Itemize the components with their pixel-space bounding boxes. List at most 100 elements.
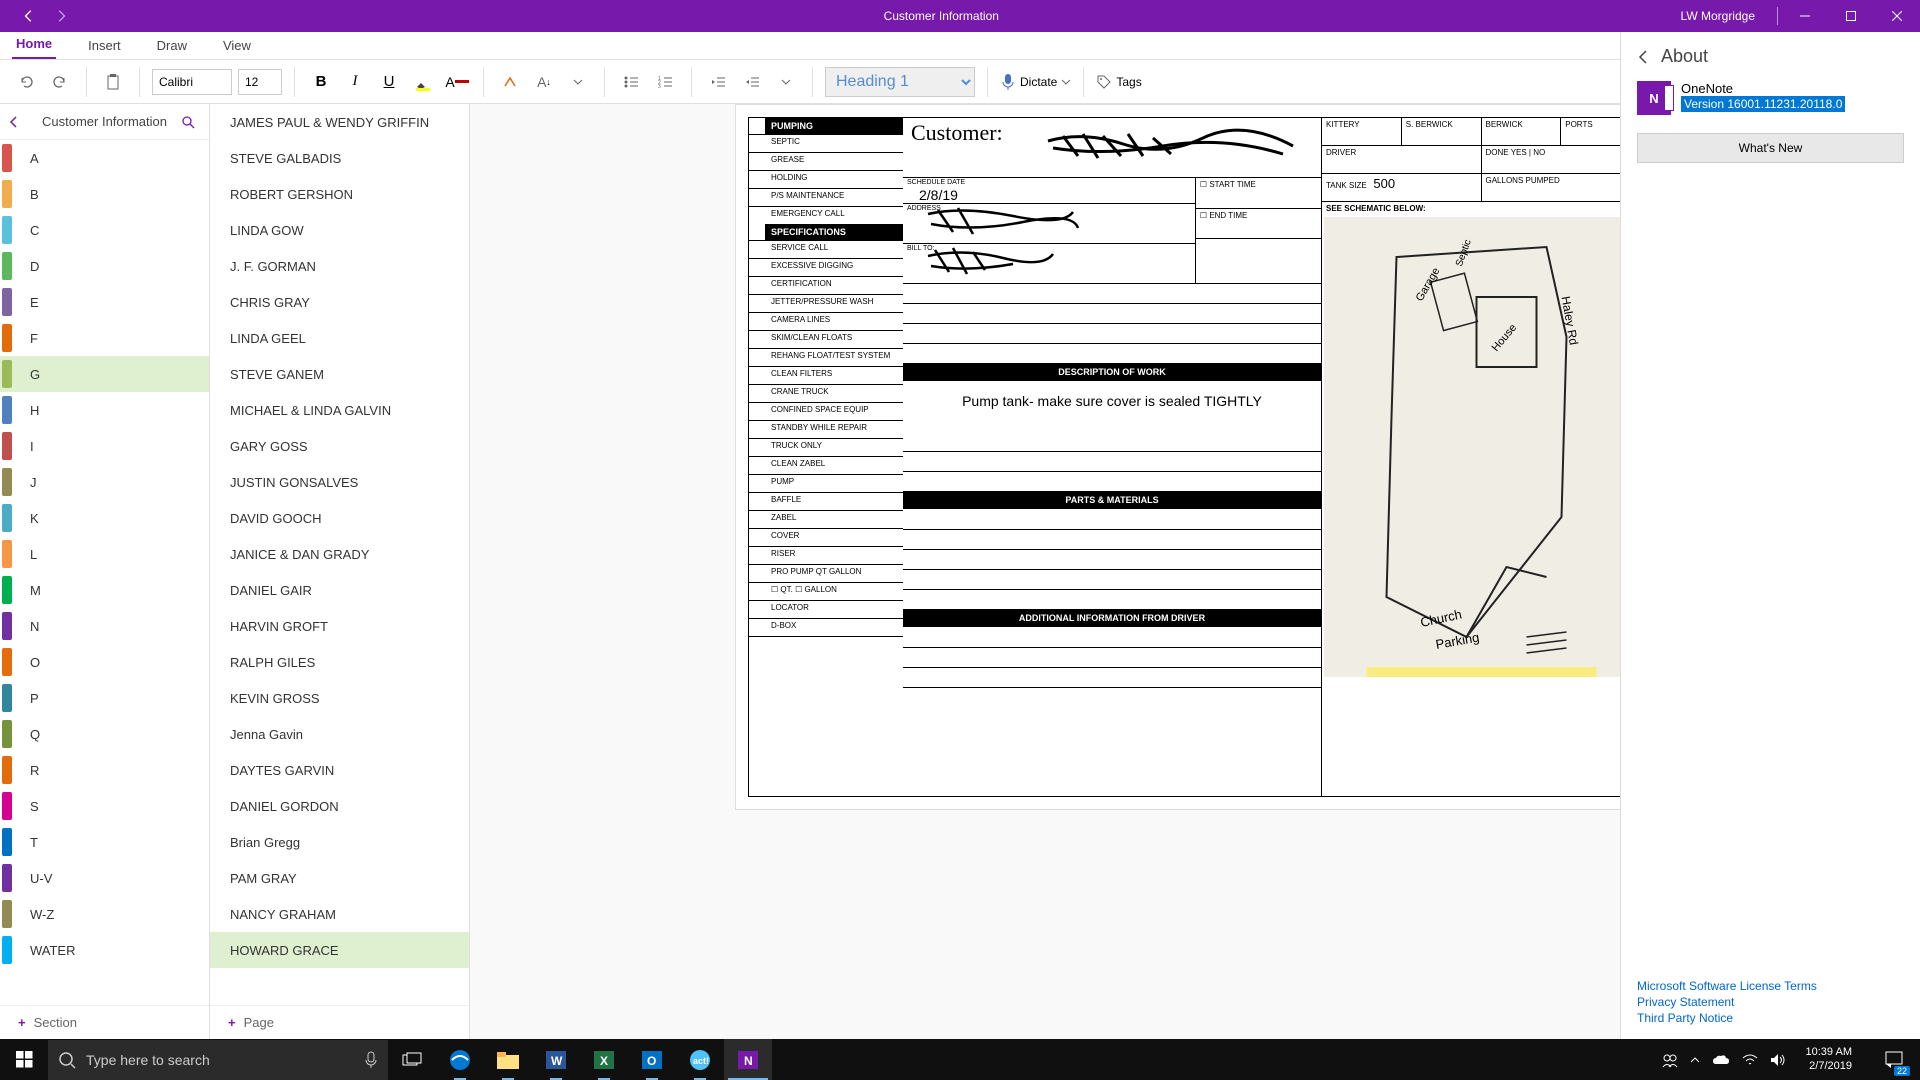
section-item[interactable]: O [0,644,209,680]
page-item[interactable]: DANIEL GAIR [210,572,469,608]
outlook-app[interactable]: O [628,1039,676,1080]
page-item[interactable]: STEVE GALBADIS [210,140,469,176]
page-item[interactable]: DAYTES GARVIN [210,752,469,788]
page-item[interactable]: LINDA GOW [210,212,469,248]
page-item[interactable]: NANCY GRAHAM [210,896,469,932]
search-icon[interactable] [181,115,201,129]
page-item[interactable]: JUSTIN GONSALVES [210,464,469,500]
close-button[interactable] [1874,0,1920,32]
add-section-button[interactable]: +Section [0,1005,209,1039]
page-item[interactable]: J. F. GORMAN [210,248,469,284]
section-item[interactable]: K [0,500,209,536]
bullets-button[interactable] [617,68,645,96]
undo-button[interactable] [12,68,40,96]
section-item[interactable]: Q [0,716,209,752]
section-item[interactable]: W-Z [0,896,209,932]
start-button[interactable] [0,1039,48,1080]
onedrive-icon[interactable] [1712,1054,1730,1066]
page-item[interactable]: JAMES PAUL & WENDY GRIFFIN [210,104,469,140]
font-family-input[interactable] [152,69,232,95]
add-page-button[interactable]: +Page [210,1005,469,1039]
minimize-button[interactable] [1782,0,1828,32]
page-item[interactable]: JANICE & DAN GRADY [210,536,469,572]
tab-view[interactable]: View [219,34,255,59]
page-item[interactable]: STEVE GANEM [210,356,469,392]
section-item[interactable]: B [0,176,209,212]
font-color-button[interactable]: A [443,68,471,96]
section-item[interactable]: J [0,464,209,500]
taskbar-clock[interactable]: 10:39 AM 2/7/2019 [1798,1046,1860,1072]
section-item[interactable]: F [0,320,209,356]
page-item[interactable]: Jenna Gavin [210,716,469,752]
paragraph-more-button[interactable] [772,68,800,96]
page-item[interactable]: KEVIN GROSS [210,680,469,716]
tab-home[interactable]: Home [12,32,56,59]
notebook-back-icon[interactable] [8,116,28,128]
tags-button[interactable]: Tags [1096,74,1141,90]
maximize-button[interactable] [1828,0,1874,32]
page-item[interactable]: MICHAEL & LINDA GALVIN [210,392,469,428]
section-item[interactable]: G [0,356,209,392]
indent-button[interactable] [738,68,766,96]
font-size-input[interactable] [238,69,282,95]
whats-new-button[interactable]: What's New [1637,133,1904,163]
section-item[interactable]: E [0,284,209,320]
nav-back-icon[interactable] [22,9,36,23]
outdent-button[interactable] [704,68,732,96]
about-back-icon[interactable] [1637,50,1651,64]
word-app[interactable]: W [532,1039,580,1080]
notebook-title[interactable]: Customer Information [34,114,175,129]
privacy-link[interactable]: Privacy Statement [1637,995,1817,1009]
page-item[interactable]: LINDA GEEL [210,320,469,356]
section-item[interactable]: R [0,752,209,788]
taskbar-search[interactable]: Type here to search [48,1040,388,1080]
tab-insert[interactable]: Insert [84,34,125,59]
thirdparty-link[interactable]: Third Party Notice [1637,1011,1817,1025]
section-item[interactable]: S [0,788,209,824]
clear-format-button[interactable] [496,68,524,96]
nav-forward-icon[interactable] [54,9,68,23]
user-name[interactable]: LW Morgridge [1663,9,1773,23]
style-select[interactable]: Heading 1 [825,67,975,97]
page-item[interactable]: Brian Gregg [210,824,469,860]
underline-button[interactable]: U [375,68,403,96]
page-item[interactable]: RALPH GILES [210,644,469,680]
section-item[interactable]: T [0,824,209,860]
italic-button[interactable]: I [341,68,369,96]
page-item[interactable]: DAVID GOOCH [210,500,469,536]
section-item[interactable]: M [0,572,209,608]
act-app[interactable]: act! [676,1039,724,1080]
excel-app[interactable]: X [580,1039,628,1080]
page-item[interactable]: CHRIS GRAY [210,284,469,320]
format-painter-button[interactable]: A↓ [530,68,558,96]
section-item[interactable]: U-V [0,860,209,896]
numbering-button[interactable]: 123 [651,68,679,96]
section-item[interactable]: WATER [0,932,209,968]
task-view-button[interactable] [388,1039,436,1080]
highlight-button[interactable] [409,68,437,96]
section-item[interactable]: P [0,680,209,716]
onenote-app[interactable]: N [724,1039,772,1080]
explorer-app[interactable] [484,1039,532,1080]
dictate-button[interactable]: Dictate [1000,72,1071,92]
more-format-button[interactable] [564,68,592,96]
tray-up-icon[interactable] [1690,1055,1700,1065]
section-item[interactable]: H [0,392,209,428]
section-item[interactable]: I [0,428,209,464]
bold-button[interactable]: B [307,68,335,96]
tab-draw[interactable]: Draw [153,34,191,59]
section-item[interactable]: A [0,140,209,176]
section-item[interactable]: N [0,608,209,644]
section-item[interactable]: L [0,536,209,572]
redo-button[interactable] [46,68,74,96]
section-item[interactable]: C [0,212,209,248]
license-link[interactable]: Microsoft Software License Terms [1637,979,1817,993]
section-item[interactable]: D [0,248,209,284]
edge-app[interactable] [436,1039,484,1080]
page-item[interactable]: HOWARD GRACE [210,932,469,968]
wifi-icon[interactable] [1742,1054,1758,1066]
page-item[interactable]: ROBERT GERSHON [210,176,469,212]
page-item[interactable]: PAM GRAY [210,860,469,896]
people-icon[interactable] [1662,1052,1678,1068]
page-item[interactable]: GARY GOSS [210,428,469,464]
